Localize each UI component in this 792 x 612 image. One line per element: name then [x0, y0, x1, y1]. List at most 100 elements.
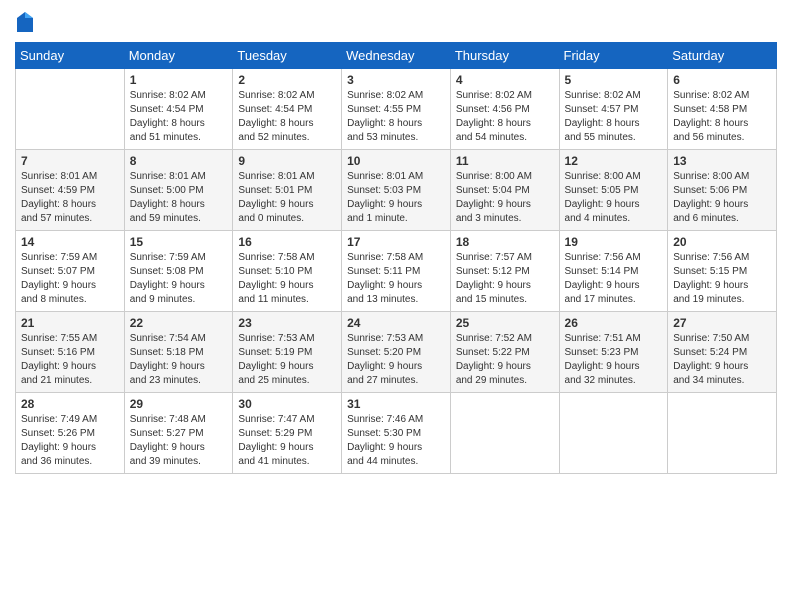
calendar-cell: 2Sunrise: 8:02 AMSunset: 4:54 PMDaylight…: [233, 69, 342, 150]
day-info: Sunrise: 7:55 AMSunset: 5:16 PMDaylight:…: [21, 332, 119, 388]
calendar-cell: [450, 393, 559, 474]
day-info: Sunrise: 7:46 AMSunset: 5:30 PMDaylight:…: [347, 413, 445, 469]
day-number: 11: [456, 154, 554, 168]
calendar-cell: 11Sunrise: 8:00 AMSunset: 5:04 PMDayligh…: [450, 150, 559, 231]
day-info: Sunrise: 7:54 AMSunset: 5:18 PMDaylight:…: [130, 332, 228, 388]
day-number: 31: [347, 397, 445, 411]
day-number: 18: [456, 235, 554, 249]
day-info: Sunrise: 8:00 AMSunset: 5:06 PMDaylight:…: [673, 170, 771, 226]
weekday-header-saturday: Saturday: [668, 43, 777, 69]
day-info: Sunrise: 7:59 AMSunset: 5:07 PMDaylight:…: [21, 251, 119, 307]
day-number: 21: [21, 316, 119, 330]
day-number: 26: [565, 316, 663, 330]
weekday-header-thursday: Thursday: [450, 43, 559, 69]
day-number: 5: [565, 73, 663, 87]
day-number: 3: [347, 73, 445, 87]
weekday-header-wednesday: Wednesday: [342, 43, 451, 69]
weekday-header-row: SundayMondayTuesdayWednesdayThursdayFrid…: [16, 43, 777, 69]
main-container: SundayMondayTuesdayWednesdayThursdayFrid…: [0, 0, 792, 484]
day-number: 7: [21, 154, 119, 168]
day-number: 25: [456, 316, 554, 330]
calendar-cell: 14 Sunrise: 7:59 AMSunset: 5:07 PMDayligh…: [16, 231, 125, 312]
day-info: Sunrise: 7:59 AMSunset: 5:08 PMDaylight:…: [130, 251, 228, 307]
calendar-week-3: 14 Sunrise: 7:59 AMSunset: 5:07 PMDayligh…: [16, 231, 777, 312]
calendar-cell: 28Sunrise: 7:49 AMSunset: 5:26 PMDayligh…: [16, 393, 125, 474]
calendar-cell: 6Sunrise: 8:02 AMSunset: 4:58 PMDaylight…: [668, 69, 777, 150]
day-info: Sunrise: 7:47 AMSunset: 5:29 PMDaylight:…: [238, 413, 336, 469]
calendar-week-1: 1 Sunrise: 8:02 AMSunset: 4:54 PMDaylight…: [16, 69, 777, 150]
day-info: Sunrise: 7:58 AMSunset: 5:10 PMDaylight:…: [238, 251, 336, 307]
calendar-cell: 9 Sunrise: 8:01 AMSunset: 5:01 PMDaylight…: [233, 150, 342, 231]
day-number: 8: [130, 154, 228, 168]
calendar-cell: 30 Sunrise: 7:47 AMSunset: 5:29 PMDayligh…: [233, 393, 342, 474]
calendar-week-4: 21 Sunrise: 7:55 AMSunset: 5:16 PMDayligh…: [16, 312, 777, 393]
calendar-cell: 25 Sunrise: 7:52 AMSunset: 5:22 PMDayligh…: [450, 312, 559, 393]
day-number: 12: [565, 154, 663, 168]
calendar-cell: 12 Sunrise: 8:00 AMSunset: 5:05 PMDayligh…: [559, 150, 668, 231]
calendar-cell: 4 Sunrise: 8:02 AMSunset: 4:56 PMDaylight…: [450, 69, 559, 150]
day-number: 9: [238, 154, 336, 168]
day-number: 27: [673, 316, 771, 330]
calendar-week-5: 28Sunrise: 7:49 AMSunset: 5:26 PMDayligh…: [16, 393, 777, 474]
day-info: Sunrise: 8:02 AMSunset: 4:54 PMDaylight:…: [238, 89, 336, 145]
day-number: 19: [565, 235, 663, 249]
day-info: Sunrise: 8:01 AMSunset: 5:01 PMDaylight:…: [238, 170, 336, 226]
day-number: 15: [130, 235, 228, 249]
day-info: Sunrise: 8:01 AMSunset: 5:00 PMDaylight:…: [130, 170, 228, 226]
day-number: 16: [238, 235, 336, 249]
calendar-cell: 27 Sunrise: 7:50 AMSunset: 5:24 PMDayligh…: [668, 312, 777, 393]
calendar-cell: 16 Sunrise: 7:58 AMSunset: 5:10 PMDayligh…: [233, 231, 342, 312]
day-info: Sunrise: 8:02 AMSunset: 4:56 PMDaylight:…: [456, 89, 554, 145]
day-number: 1: [130, 73, 228, 87]
day-info: Sunrise: 8:02 AMSunset: 4:55 PMDaylight:…: [347, 89, 445, 145]
day-number: 4: [456, 73, 554, 87]
calendar-week-2: 7 Sunrise: 8:01 AMSunset: 4:59 PMDaylight…: [16, 150, 777, 231]
day-number: 13: [673, 154, 771, 168]
day-info: Sunrise: 7:53 AMSunset: 5:19 PMDaylight:…: [238, 332, 336, 388]
day-info: Sunrise: 8:01 AMSunset: 4:59 PMDaylight:…: [21, 170, 119, 226]
calendar-cell: 8 Sunrise: 8:01 AMSunset: 5:00 PMDaylight…: [124, 150, 233, 231]
day-number: 10: [347, 154, 445, 168]
calendar-cell: 26Sunrise: 7:51 AMSunset: 5:23 PMDayligh…: [559, 312, 668, 393]
day-number: 29: [130, 397, 228, 411]
day-info: Sunrise: 7:57 AMSunset: 5:12 PMDaylight:…: [456, 251, 554, 307]
calendar-cell: 1Sunrise: 8:02 AMSunset: 4:54 PMDaylight…: [124, 69, 233, 150]
calendar-cell: [668, 393, 777, 474]
logo-icon: [15, 10, 35, 34]
weekday-header-sunday: Sunday: [16, 43, 125, 69]
calendar-cell: 3 Sunrise: 8:02 AMSunset: 4:55 PMDaylight…: [342, 69, 451, 150]
day-info: Sunrise: 7:56 AMSunset: 5:15 PMDaylight:…: [673, 251, 771, 307]
calendar-cell: 20 Sunrise: 7:56 AMSunset: 5:15 PMDayligh…: [668, 231, 777, 312]
logo: [15, 10, 39, 34]
day-number: 14: [21, 235, 119, 249]
day-info: Sunrise: 7:50 AMSunset: 5:24 PMDaylight:…: [673, 332, 771, 388]
day-info: Sunrise: 7:56 AMSunset: 5:14 PMDaylight:…: [565, 251, 663, 307]
calendar-cell: 29Sunrise: 7:48 AMSunset: 5:27 PMDayligh…: [124, 393, 233, 474]
calendar-cell: 21 Sunrise: 7:55 AMSunset: 5:16 PMDayligh…: [16, 312, 125, 393]
calendar-cell: 5 Sunrise: 8:02 AMSunset: 4:57 PMDaylight…: [559, 69, 668, 150]
day-info: Sunrise: 7:52 AMSunset: 5:22 PMDaylight:…: [456, 332, 554, 388]
day-info: Sunrise: 7:49 AMSunset: 5:26 PMDaylight:…: [21, 413, 119, 469]
day-info: Sunrise: 8:02 AMSunset: 4:57 PMDaylight:…: [565, 89, 663, 145]
weekday-header-friday: Friday: [559, 43, 668, 69]
header: [15, 10, 777, 34]
day-number: 30: [238, 397, 336, 411]
day-info: Sunrise: 8:00 AMSunset: 5:05 PMDaylight:…: [565, 170, 663, 226]
day-info: Sunrise: 8:02 AMSunset: 4:58 PMDaylight:…: [673, 89, 771, 145]
calendar-cell: [559, 393, 668, 474]
calendar-cell: 19 Sunrise: 7:56 AMSunset: 5:14 PMDayligh…: [559, 231, 668, 312]
day-info: Sunrise: 8:01 AMSunset: 5:03 PMDaylight:…: [347, 170, 445, 226]
calendar-cell: 17Sunrise: 7:58 AMSunset: 5:11 PMDayligh…: [342, 231, 451, 312]
weekday-header-tuesday: Tuesday: [233, 43, 342, 69]
calendar-cell: 13 Sunrise: 8:00 AMSunset: 5:06 PMDayligh…: [668, 150, 777, 231]
day-number: 23: [238, 316, 336, 330]
day-number: 22: [130, 316, 228, 330]
calendar-cell: 24Sunrise: 7:53 AMSunset: 5:20 PMDayligh…: [342, 312, 451, 393]
calendar-cell: 18 Sunrise: 7:57 AMSunset: 5:12 PMDayligh…: [450, 231, 559, 312]
calendar-cell: [16, 69, 125, 150]
day-number: 20: [673, 235, 771, 249]
calendar-table: SundayMondayTuesdayWednesdayThursdayFrid…: [15, 42, 777, 474]
day-number: 24: [347, 316, 445, 330]
calendar-cell: 15 Sunrise: 7:59 AMSunset: 5:08 PMDayligh…: [124, 231, 233, 312]
day-number: 17: [347, 235, 445, 249]
